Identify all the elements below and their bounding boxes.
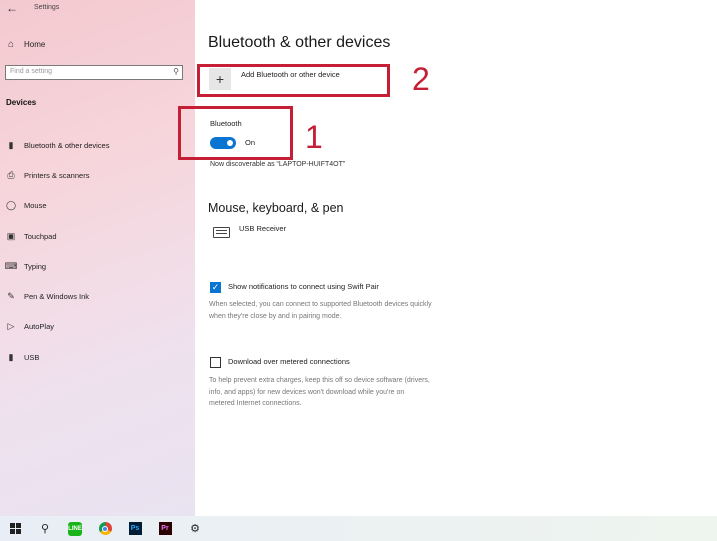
swift-pair-desc-line: when they're close by and in pairing mod… [209, 312, 342, 320]
touchpad-icon: ▣ [6, 230, 16, 241]
metered-description: To help prevent extra charges, keep this… [209, 375, 430, 410]
page-title: Bluetooth & other devices [208, 34, 391, 51]
main-content: Bluetooth & other devices + Add Bluetoot… [178, 0, 717, 516]
sidebar-item-printers[interactable]: ⎙ Printers & scanners [4, 160, 194, 190]
chrome-icon[interactable] [90, 516, 120, 541]
autoplay-icon: ▷ [7, 321, 15, 332]
metered-desc-line: info, and apps) for new devices won't do… [209, 388, 405, 396]
sidebar-item-label: Pen & Windows Ink [24, 292, 90, 302]
search-placeholder: Find a setting [10, 68, 53, 75]
search-input[interactable]: Find a setting ⚲ [5, 65, 183, 80]
sidebar-item-label: Typing [24, 261, 47, 271]
sidebar-item-mouse[interactable]: ◯ Mouse [4, 191, 194, 221]
devices-heading: Mouse, keyboard, & pen [208, 201, 344, 215]
search-icon[interactable]: ⚲ [30, 516, 60, 541]
swift-pair-checkbox[interactable]: ✓ [210, 282, 221, 293]
sidebar-item-pen[interactable]: ✎ Pen & Windows Ink [4, 281, 194, 311]
sidebar-item-label: USB [24, 352, 40, 362]
usb-icon: ▮ [8, 351, 14, 362]
sidebar-item-usb[interactable]: ▮ USB [4, 342, 194, 372]
section-label-devices: Devices [6, 98, 37, 107]
metered-desc-line: metered Internet connections. [209, 400, 302, 407]
settings-gear-icon[interactable]: ⚙ [180, 516, 210, 541]
windows-start-icon[interactable] [0, 516, 30, 541]
home-icon: ⌂ [7, 38, 15, 50]
settings-sidebar: ← Settings ⌂ Home Find a setting ⚲ Devic… [0, 0, 195, 516]
discoverable-text: Now discoverable as “LAPTOP-HUIFT4OT” [210, 161, 346, 168]
swift-pair-label[interactable]: Show notifications to connect using Swif… [228, 282, 379, 291]
pen-icon: ✎ [7, 291, 15, 302]
photoshop-label: Ps [128, 522, 142, 535]
title-bar: ← Settings [0, 0, 195, 18]
annotation-box-2 [197, 64, 390, 97]
search-icon[interactable]: ⚲ [173, 67, 179, 76]
sidebar-item-label: Bluetooth & other devices [24, 140, 110, 150]
premiere-label: Pr [158, 522, 172, 535]
sidebar-item-touchpad[interactable]: ▣ Touchpad [4, 221, 194, 251]
premiere-icon[interactable]: Pr [150, 516, 180, 541]
bluetooth-icon: ▮ [8, 139, 14, 150]
arrow-left-icon[interactable]: ← [6, 1, 18, 15]
app-title: Settings [34, 4, 60, 11]
sidebar-item-label: Mouse [24, 201, 47, 211]
sidebar-item-typing[interactable]: ⌨ Typing [4, 251, 194, 281]
metered-checkbox[interactable] [210, 357, 221, 368]
printer-icon: ⎙ [7, 169, 15, 180]
nav-home[interactable]: ⌂ Home [4, 36, 190, 52]
metered-desc-line: To help prevent extra charges, keep this… [209, 377, 430, 384]
sidebar-item-label: Printers & scanners [24, 170, 90, 180]
photoshop-icon[interactable]: Ps [120, 516, 150, 541]
annotation-box-1 [178, 106, 293, 160]
sidebar-item-label: AutoPlay [24, 322, 55, 332]
mouse-icon: ◯ [5, 200, 17, 211]
metered-label[interactable]: Download over metered connections [228, 357, 350, 366]
nav-list: ▮ Bluetooth & other devices ⎙ Printers &… [4, 130, 194, 372]
sidebar-item-bluetooth[interactable]: ▮ Bluetooth & other devices [4, 130, 194, 160]
keyboard-icon: ⌨ [4, 260, 18, 271]
line-app-label: LINE [68, 521, 82, 536]
line-app-icon[interactable]: LINE [60, 516, 90, 541]
taskbar: ⚲ LINE Ps Pr ⚙ [0, 516, 717, 541]
keyboard-icon [213, 227, 230, 238]
device-usb-receiver[interactable]: USB Receiver [239, 224, 286, 233]
swift-pair-description: When selected, you can connect to suppor… [209, 299, 432, 322]
annotation-number-2: 2 [412, 61, 430, 97]
sidebar-item-label: Touchpad [24, 231, 57, 241]
sidebar-item-autoplay[interactable]: ▷ AutoPlay [4, 312, 194, 342]
nav-home-label: Home [24, 39, 46, 49]
annotation-number-1: 1 [305, 119, 323, 155]
swift-pair-desc-line: When selected, you can connect to suppor… [209, 301, 432, 308]
